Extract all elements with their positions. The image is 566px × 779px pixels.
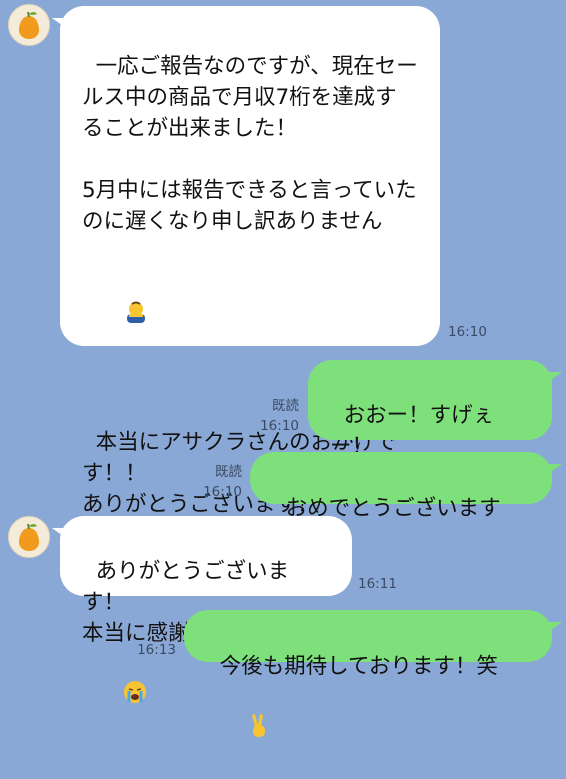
message-bubble-outgoing[interactable]: おめでとうございます 祝 bbox=[250, 452, 552, 578]
bubble-tail bbox=[548, 372, 562, 382]
bubble-tail bbox=[548, 622, 562, 632]
bubble-tail bbox=[548, 464, 562, 474]
victory-hand-emoji bbox=[220, 682, 271, 779]
read-receipt: 既読 bbox=[272, 398, 299, 414]
orange-fruit-icon bbox=[19, 11, 39, 39]
bowing-person-emoji bbox=[96, 268, 149, 365]
message-time: 16:10 bbox=[260, 418, 299, 434]
message-text: 今後も期待しております！笑 bbox=[219, 654, 498, 679]
orange-fruit-icon bbox=[19, 523, 39, 551]
message-time: 16:13 bbox=[137, 642, 176, 658]
message-time: 16:11 bbox=[358, 576, 397, 592]
message-time: 16:10 bbox=[203, 484, 242, 500]
message-bubble-incoming[interactable]: ありがとうございます！ 本当に感謝してます bbox=[60, 516, 352, 703]
message-time: 16:10 bbox=[448, 324, 487, 340]
message-bubble-incoming[interactable]: 一応ご報告なのですが、現在セールス中の商品で月収7桁を達成することが出来ました！… bbox=[60, 6, 440, 517]
contact-avatar[interactable] bbox=[8, 516, 50, 558]
contact-avatar[interactable] bbox=[8, 4, 50, 46]
message-bubble-outgoing[interactable]: おおー！すげぇー！ 流石っす bbox=[308, 360, 552, 490]
message-bubble-outgoing[interactable]: 今後も期待しております！笑 bbox=[184, 610, 552, 737]
crying-face-emoji bbox=[96, 649, 147, 744]
read-receipt: 既読 bbox=[215, 464, 242, 480]
message-text: 一応ご報告なのですが、現在セールス中の商品で月収7桁を達成することが出来ました！… bbox=[82, 54, 418, 234]
